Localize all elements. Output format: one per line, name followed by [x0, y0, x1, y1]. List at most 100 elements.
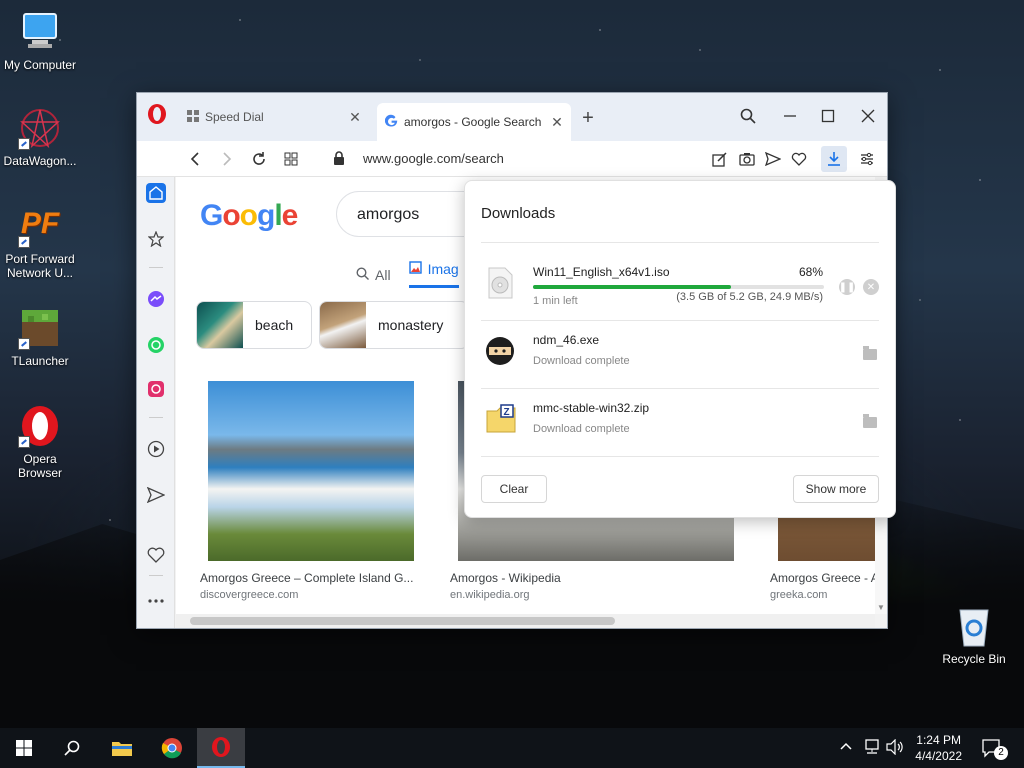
show-more-button[interactable]: Show more — [793, 475, 879, 503]
divider — [481, 242, 879, 243]
tab-all[interactable]: All — [356, 261, 391, 288]
disc-image-file-icon — [485, 267, 515, 299]
reload-icon[interactable] — [249, 149, 269, 169]
instagram-icon[interactable] — [146, 379, 166, 399]
download-item[interactable]: Z mmc-stable-win32.zip Download complete — [481, 389, 879, 455]
network-icon[interactable] — [863, 739, 881, 758]
scrollbar-thumb[interactable] — [190, 617, 615, 625]
player-icon[interactable] — [146, 439, 166, 459]
download-status: Download complete — [533, 423, 630, 435]
lock-icon[interactable] — [333, 151, 345, 170]
desktop-icon-label: DataWagon... — [3, 154, 77, 168]
desktop-icon-my-computer[interactable]: My Computer — [0, 10, 80, 72]
download-item[interactable]: ndm_46.exe Download complete — [481, 321, 879, 387]
tabs-grid-icon[interactable] — [281, 149, 301, 169]
google-logo-letter: G — [200, 199, 223, 232]
maximize-button[interactable] — [815, 103, 841, 129]
google-logo-letter: g — [257, 199, 275, 232]
clock-date: 4/4/2022 — [915, 749, 962, 763]
shortcut-arrow-icon — [18, 436, 30, 448]
download-filename: ndm_46.exe — [533, 333, 600, 347]
recycle-bin-icon — [952, 604, 996, 648]
related-chip-beach[interactable]: beach — [196, 301, 312, 349]
minimize-button[interactable] — [777, 103, 803, 129]
tlauncher-icon — [18, 306, 62, 350]
desktop-icon-recycle-bin[interactable]: Recycle Bin — [934, 604, 1014, 666]
send-icon[interactable] — [763, 149, 783, 169]
url-field[interactable]: www.google.com/search — [363, 151, 504, 166]
downloads-panel: Downloads Win11_English_x64v1.iso 68% 1 … — [464, 180, 896, 518]
download-status: Download complete — [533, 355, 630, 367]
new-tab-button[interactable]: + — [577, 107, 599, 130]
image-result[interactable]: Amorgos Greece – Complete Island G... di… — [200, 381, 420, 601]
downloads-title: Downloads — [481, 205, 556, 222]
clear-button[interactable]: Clear — [481, 475, 547, 503]
file-explorer-icon[interactable] — [98, 728, 146, 768]
opera-menu-icon[interactable] — [147, 103, 167, 125]
image-icon — [408, 261, 422, 277]
send-flow-icon[interactable] — [146, 485, 166, 505]
computer-icon — [18, 10, 62, 54]
search-tabs-icon[interactable] — [735, 103, 761, 129]
desktop-icon-opera[interactable]: Opera Browser — [0, 404, 80, 480]
search-icon[interactable] — [48, 728, 96, 768]
close-tab-icon[interactable]: ✕ — [349, 110, 361, 124]
edit-icon[interactable] — [709, 149, 729, 169]
tab-label: All — [375, 266, 391, 283]
google-logo[interactable]: Google — [200, 199, 299, 233]
desktop-icon-label: Recycle Bin — [942, 652, 1006, 666]
close-tab-icon[interactable]: ✕ — [551, 115, 563, 129]
result-caption: Amorgos Greece – Complete Island G... — [200, 571, 414, 585]
cancel-download-icon[interactable]: ✕ — [863, 279, 879, 295]
chrome-icon[interactable] — [148, 728, 196, 768]
download-item[interactable]: Win11_English_x64v1.iso 68% 1 min left (… — [481, 253, 879, 319]
svg-text:Z: Z — [504, 407, 510, 418]
sidebar — [137, 177, 175, 628]
downloads-icon[interactable] — [821, 146, 847, 172]
home-icon[interactable] — [146, 183, 166, 203]
taskbar-clock[interactable]: 1:24 PM 4/4/2022 — [915, 732, 962, 764]
pause-icon[interactable]: ❚❚ — [839, 279, 855, 295]
chip-label: monastery — [378, 317, 444, 333]
pinboard-heart-icon[interactable] — [146, 545, 166, 565]
desktop-icon-port-forward[interactable]: PF Port Forward Network U... — [0, 204, 80, 280]
more-options-icon[interactable] — [146, 591, 166, 611]
show-in-folder-icon[interactable] — [863, 346, 877, 360]
whatsapp-icon[interactable] — [146, 335, 166, 355]
desktop-icon-tlauncher[interactable]: TLauncher — [0, 306, 80, 368]
back-icon[interactable] — [185, 149, 205, 169]
related-chip-monastery[interactable]: monastery — [319, 301, 469, 349]
tab-speed-dial[interactable]: Speed Dial ✕ — [179, 103, 369, 131]
close-window-button[interactable] — [855, 103, 881, 129]
google-logo-letter: l — [274, 199, 282, 232]
tab-images[interactable]: Imag — [408, 261, 459, 288]
heart-icon[interactable] — [789, 149, 809, 169]
start-button[interactable] — [0, 728, 48, 768]
tab-google-search[interactable]: amorgos - Google Search ✕ — [377, 103, 571, 141]
easy-setup-icon[interactable] — [857, 149, 877, 169]
zip-archive-icon: Z — [485, 403, 516, 435]
scroll-down-icon[interactable]: ▼ — [877, 603, 885, 612]
bookmarks-icon[interactable] — [146, 229, 166, 249]
download-percent: 68% — [798, 265, 823, 279]
camera-icon[interactable] — [737, 149, 757, 169]
horizontal-scrollbar[interactable] — [176, 614, 875, 628]
action-center-icon[interactable]: 2 — [970, 728, 1014, 768]
desktop-icon-label: My Computer — [3, 58, 77, 72]
download-filename: mmc-stable-win32.zip — [533, 401, 650, 415]
desktop-icon-datawagon[interactable]: DataWagon... — [0, 106, 80, 168]
opera-taskbar-icon[interactable] — [197, 728, 245, 768]
forward-icon[interactable] — [217, 149, 237, 169]
messenger-icon[interactable] — [146, 289, 166, 309]
show-hidden-icons-icon[interactable] — [840, 739, 852, 754]
show-in-folder-icon[interactable] — [863, 414, 877, 428]
taskbar: 1:24 PM 4/4/2022 2 — [0, 728, 1024, 768]
search-icon — [356, 266, 369, 283]
volume-icon[interactable] — [886, 738, 904, 758]
ninja-app-icon — [485, 335, 515, 367]
google-logo-letter: e — [281, 199, 299, 232]
shortcut-arrow-icon — [18, 138, 30, 150]
chip-label: beach — [255, 317, 294, 333]
progress-fill — [533, 285, 731, 289]
result-source: greeka.com — [770, 589, 828, 601]
